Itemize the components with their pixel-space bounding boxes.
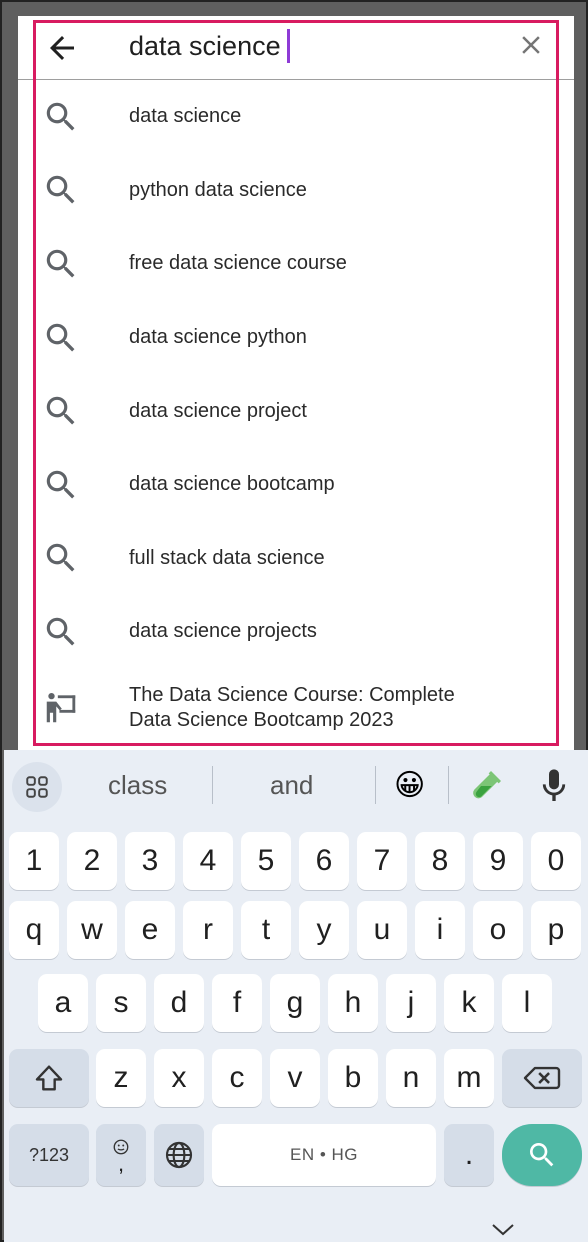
key-v[interactable]: v (270, 1049, 320, 1107)
search-icon (46, 396, 75, 425)
suggestion-item[interactable]: data science project (18, 374, 574, 448)
key-i[interactable]: i (415, 901, 465, 959)
course-suggestion-item[interactable]: The Data Science Course: Complete Data S… (18, 669, 574, 747)
chevron-down-icon[interactable] (490, 1222, 516, 1238)
language-key[interactable] (154, 1124, 204, 1186)
shift-key[interactable] (9, 1049, 89, 1107)
suggestion-label: data science python (129, 326, 307, 349)
search-icon (46, 617, 75, 646)
key-o[interactable]: o (473, 901, 523, 959)
globe-icon (165, 1141, 193, 1169)
suggestion-label: full stack data science (129, 546, 325, 569)
key-y[interactable]: y (299, 901, 349, 959)
suggestion-label: free data science course (129, 252, 347, 275)
divider (375, 766, 376, 804)
course-title-line2: Data Science Bootcamp 2023 (129, 708, 394, 731)
suggestion-item[interactable]: python data science (18, 154, 574, 228)
space-key[interactable]: EN • HG (212, 1124, 436, 1186)
search-icon (530, 1143, 554, 1167)
suggestion-label: data science project (129, 399, 307, 422)
keyboard: class and 😀 1 2 3 4 5 6 7 8 9 0 q w e r … (4, 750, 588, 1242)
suggestion-item[interactable]: data science projects (18, 595, 574, 669)
key-q[interactable]: q (9, 901, 59, 959)
suggestion-item[interactable]: data science (18, 80, 574, 154)
emoji-comma-key[interactable]: , (96, 1124, 146, 1186)
key-u[interactable]: u (357, 901, 407, 959)
key-r[interactable]: r (183, 901, 233, 959)
suggestion-label: data science bootcamp (129, 473, 335, 496)
keyboard-suggestion-strip: class and 😀 (4, 750, 588, 826)
backspace-icon (523, 1066, 561, 1090)
key-b[interactable]: b (328, 1049, 378, 1107)
key-t[interactable]: t (241, 901, 291, 959)
key-l[interactable]: l (502, 974, 552, 1032)
key-8[interactable]: 8 (415, 832, 465, 890)
course-icon (46, 692, 76, 722)
search-icon (46, 249, 75, 278)
clear-icon[interactable] (516, 30, 546, 60)
key-3[interactable]: 3 (125, 832, 175, 890)
suggestion-word[interactable]: class (108, 770, 167, 801)
divider (212, 766, 213, 804)
suggestion-label: python data science (129, 178, 307, 201)
search-icon (46, 544, 75, 572)
search-bar: data science (18, 16, 574, 80)
apps-grid-button[interactable] (12, 762, 62, 812)
suggestion-list: data science python data science free da… (18, 80, 574, 747)
test-tube-icon[interactable] (466, 766, 506, 806)
search-icon (46, 102, 75, 131)
key-d[interactable]: d (154, 974, 204, 1032)
key-w[interactable]: w (67, 901, 117, 959)
key-a[interactable]: a (38, 974, 88, 1032)
suggestion-label: data science (129, 105, 242, 128)
key-g[interactable]: g (270, 974, 320, 1032)
search-key[interactable] (502, 1124, 582, 1186)
search-icon (46, 323, 75, 352)
search-input[interactable]: data science (129, 28, 290, 64)
microphone-icon[interactable] (534, 766, 574, 806)
key-s[interactable]: s (96, 974, 146, 1032)
divider (448, 766, 449, 804)
shift-icon (35, 1065, 63, 1091)
search-icon (46, 470, 75, 499)
key-h[interactable]: h (328, 974, 378, 1032)
back-arrow-icon[interactable] (44, 30, 80, 66)
course-title: The Data Science Course: Complete Data S… (129, 683, 455, 733)
key-n[interactable]: n (386, 1049, 436, 1107)
suggestion-word[interactable]: and (270, 770, 313, 801)
period-key[interactable]: . (444, 1124, 494, 1186)
symbols-key[interactable]: ?123 (9, 1124, 89, 1186)
key-c[interactable]: c (212, 1049, 262, 1107)
text-caret (286, 29, 290, 63)
comma-label: , (117, 1151, 125, 1176)
suggestion-item[interactable]: full stack data science (18, 522, 574, 596)
key-7[interactable]: 7 (357, 832, 407, 890)
key-e[interactable]: e (125, 901, 175, 959)
search-icon (46, 176, 75, 204)
key-m[interactable]: m (444, 1049, 494, 1107)
backspace-key[interactable] (502, 1049, 582, 1107)
suggestion-item[interactable]: data science python (18, 301, 574, 375)
key-k[interactable]: k (444, 974, 494, 1032)
emoji-suggestion[interactable]: 😀 (394, 768, 425, 804)
suggestion-item[interactable]: data science bootcamp (18, 448, 574, 522)
search-query: data science (129, 31, 281, 61)
key-5[interactable]: 5 (241, 832, 291, 890)
course-title-line1: The Data Science Course: Complete (129, 683, 455, 706)
suggestion-item[interactable]: free data science course (18, 227, 574, 301)
key-6[interactable]: 6 (299, 832, 349, 890)
key-j[interactable]: j (386, 974, 436, 1032)
key-4[interactable]: 4 (183, 832, 233, 890)
key-2[interactable]: 2 (67, 832, 117, 890)
key-1[interactable]: 1 (9, 832, 59, 890)
key-z[interactable]: z (96, 1049, 146, 1107)
key-9[interactable]: 9 (473, 832, 523, 890)
suggestion-label: data science projects (129, 620, 317, 643)
key-0[interactable]: 0 (531, 832, 581, 890)
key-x[interactable]: x (154, 1049, 204, 1107)
key-p[interactable]: p (531, 901, 581, 959)
key-f[interactable]: f (212, 974, 262, 1032)
grid-icon (26, 776, 48, 798)
